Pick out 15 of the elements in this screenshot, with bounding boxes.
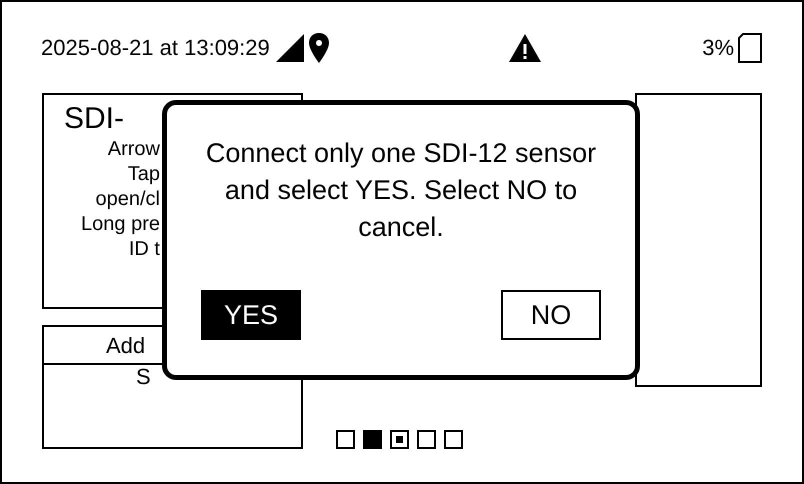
- dialog-message: Connect only one SDI-12 sensor and select YES. Select NO to cancel.: [204, 137, 598, 244]
- warning-icon: [508, 33, 542, 63]
- instruction-line: Tap: [128, 162, 160, 187]
- panel-title: SDI-: [63, 101, 124, 137]
- dialog-button[interactable]: NO: [501, 290, 601, 340]
- instruction-line: Arrow: [108, 137, 160, 162]
- signal-icon: [274, 32, 306, 64]
- date-time: 2025-08-21 at 13:09:29: [41, 37, 270, 59]
- battery-percentage: 3%: [702, 37, 734, 59]
- instruction-line: Long pre: [81, 212, 160, 237]
- instruction-line: ID t: [128, 237, 160, 262]
- location-pin-icon: [308, 32, 330, 64]
- instruction-line: open/cl: [96, 187, 160, 212]
- battery-icon: [737, 32, 763, 64]
- dialog-button[interactable]: YES: [201, 290, 301, 340]
